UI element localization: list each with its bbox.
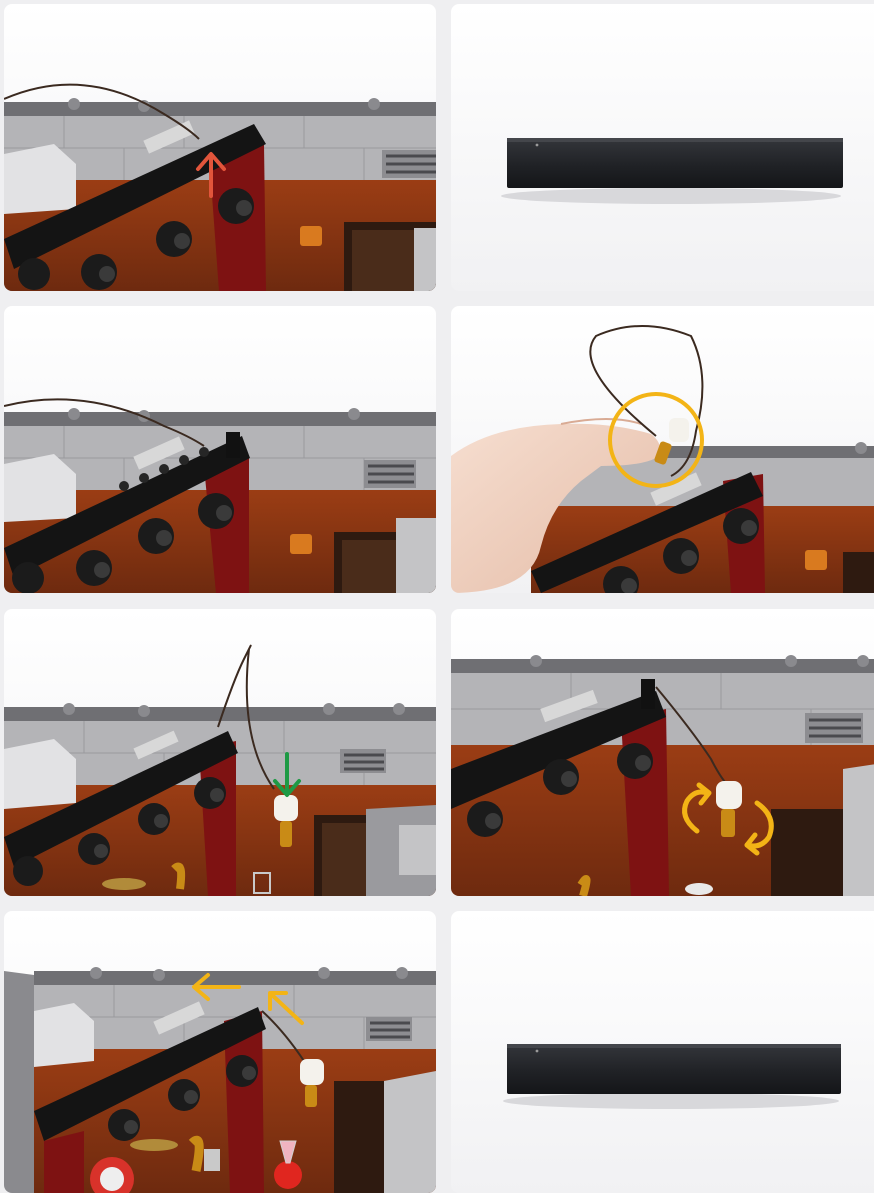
step-6-photo [451,609,874,896]
black-tile-1x6 [507,1044,841,1094]
arrow-left-icon [192,973,304,1025]
step-4-photo [451,306,874,593]
step-5-photo [4,609,436,896]
highlight-circle-icon [608,392,704,488]
rotate-arrows-icon [682,782,774,856]
black-tile-1x6 [507,138,843,188]
arrow-down-icon [273,752,301,797]
step-2-photo [451,4,874,291]
arrow-up-icon [196,152,226,198]
step-3-photo [4,306,436,593]
step-7-photo [4,911,436,1193]
step-1-photo [4,4,436,291]
step-8-photo [451,911,874,1193]
